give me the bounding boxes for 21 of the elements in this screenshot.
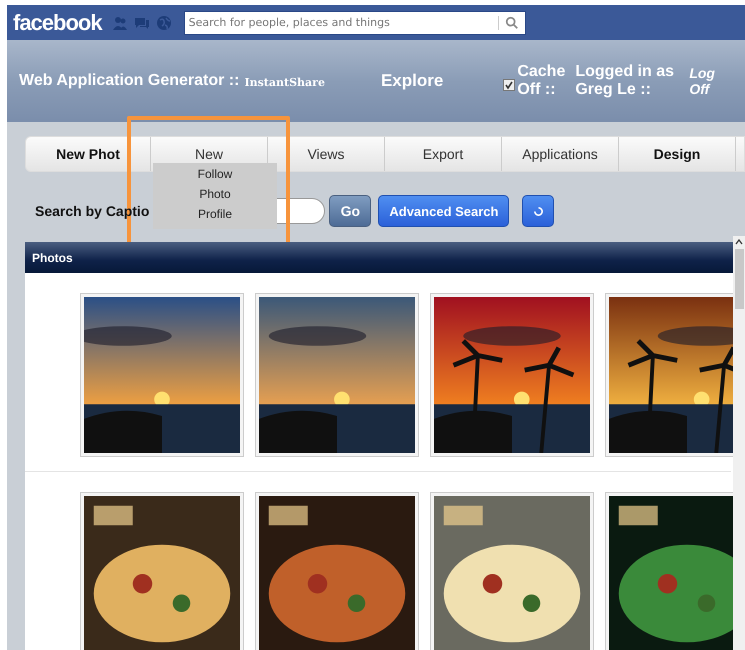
search-bar[interactable]: Search for people, places and things [184, 10, 526, 34]
menu-item[interactable]: Profile [198, 207, 232, 221]
site-logo[interactable]: facebook [13, 10, 102, 36]
menu-tab[interactable]: New Phot [26, 137, 151, 171]
panel-title: Photos [32, 250, 73, 264]
go-button[interactable]: Go [329, 195, 372, 227]
user-status: Logged in as Greg Le :: [575, 63, 675, 99]
scrollbar[interactable] [733, 236, 745, 650]
menu-tab[interactable]: Export [385, 137, 502, 171]
scroll-thumb[interactable] [734, 249, 744, 309]
cache-checkbox[interactable] [503, 79, 516, 91]
menu-tab[interactable]: Applications [502, 137, 619, 171]
menu-item[interactable]: Photo [199, 187, 231, 201]
advanced-search-button[interactable]: Advanced Search [378, 195, 510, 227]
cache-label: Cache Off :: [517, 63, 566, 99]
refresh-button[interactable] [522, 195, 554, 227]
app-name: InstantShare [244, 76, 325, 88]
scroll-up-icon[interactable] [735, 239, 743, 245]
menu-tab[interactable]: Design [619, 137, 736, 171]
refresh-icon [532, 206, 544, 216]
app-title: Web Application Generator :: [19, 72, 240, 90]
